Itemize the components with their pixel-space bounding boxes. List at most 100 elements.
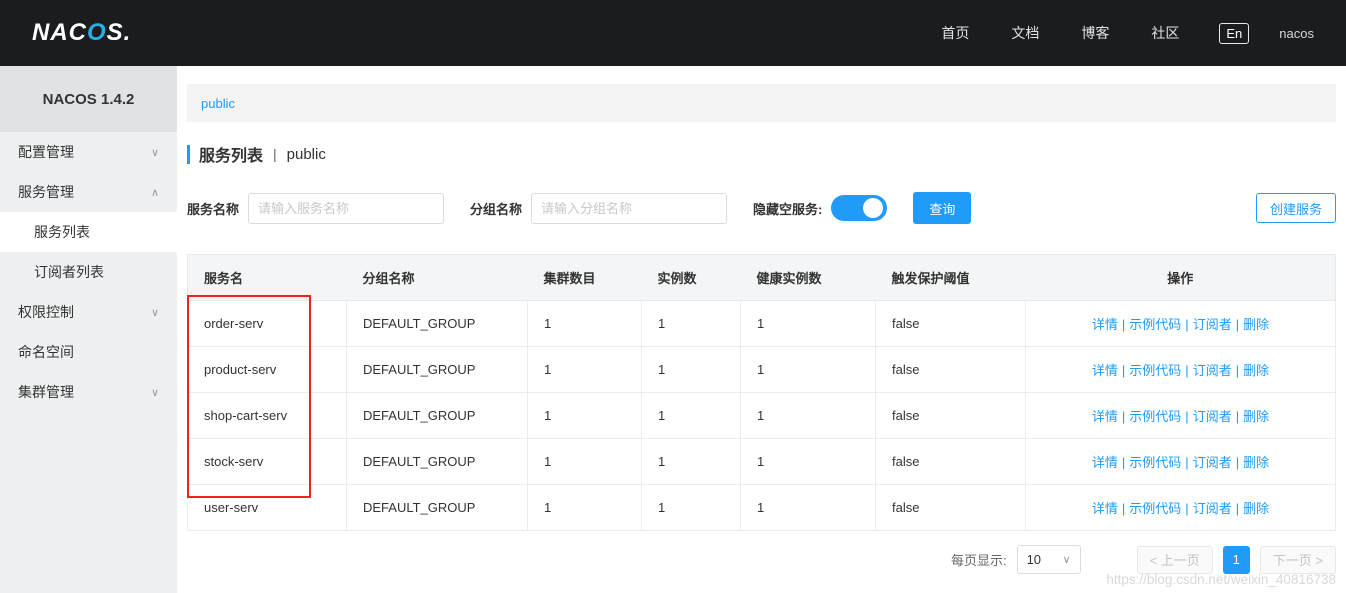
sidebar-menu: 配置管理 ∨ 服务管理 ∧ 服务列表订阅者列表权限控制 ∨ 命名空间集群管理 ∨: [0, 132, 177, 412]
column-header: 实例数: [641, 254, 741, 301]
action-separator: |: [1235, 501, 1240, 516]
action-detail[interactable]: 详情: [1092, 409, 1118, 424]
sidebar-item-label: 订阅者列表: [34, 264, 104, 280]
action-separator: |: [1235, 455, 1240, 470]
sidebar-item[interactable]: 服务管理 ∧: [0, 172, 177, 212]
action-sample-code[interactable]: 示例代码: [1129, 317, 1181, 332]
group-name-input[interactable]: [531, 192, 728, 224]
action-detail[interactable]: 详情: [1092, 317, 1118, 332]
table-cell: DEFAULT_GROUP: [346, 484, 528, 531]
column-header: 操作: [1025, 254, 1336, 301]
title-accent-bar: [187, 144, 190, 164]
logo-text-white-2: S.: [106, 19, 132, 46]
filter-bar: 服务名称 分组名称 隐藏空服务: 查询 创建服务: [187, 192, 1336, 224]
current-page-button[interactable]: 1: [1222, 545, 1250, 574]
action-separator: |: [1121, 455, 1126, 470]
row-actions: 详情 | 示例代码 | 订阅者 | 删除: [1025, 484, 1336, 531]
table-cell: shop-cart-serv: [187, 392, 347, 439]
chevron-down-icon: ∨: [150, 146, 159, 159]
chevron-up-icon: ∧: [150, 186, 159, 199]
page-title: 服务列表: [199, 148, 264, 165]
action-subscribers[interactable]: 订阅者: [1193, 409, 1232, 424]
service-table: 服务名 分组名称 集群数目 实例数 健康实例数 触发保护阈值 操作 order-serv DE…: [187, 254, 1336, 531]
sidebar: NACOS 1.4.2 配置管理 ∨ 服务管理 ∧ 服务列表订阅者列表权限控制 ∨ 命名空间…: [0, 66, 177, 593]
column-header: 分组名称: [346, 254, 528, 301]
sidebar-item-label: 服务列表: [34, 224, 90, 240]
table-cell: product-serv: [187, 346, 347, 393]
sidebar-item[interactable]: 命名空间: [0, 332, 177, 372]
row-actions: 详情 | 示例代码 | 订阅者 | 删除: [1025, 346, 1336, 393]
table-cell: false: [875, 300, 1026, 347]
table-row: order-serv DEFAULT_GROUP 1 1 1 false 详情 | 示例代码 | 订…: [187, 300, 1336, 347]
toggle-knob: [863, 198, 884, 218]
action-sample-code[interactable]: 示例代码: [1129, 455, 1181, 470]
action-subscribers[interactable]: 订阅者: [1193, 501, 1232, 516]
action-sample-code[interactable]: 示例代码: [1129, 363, 1181, 378]
page-size-select[interactable]: 10 ∨: [1016, 545, 1081, 574]
action-delete[interactable]: 删除: [1243, 455, 1269, 470]
table-cell: 1: [641, 438, 741, 485]
service-table-wrap: 服务名 分组名称 集群数目 实例数 健康实例数 触发保护阈值 操作 order-serv DE…: [187, 254, 1336, 531]
table-cell: DEFAULT_GROUP: [346, 346, 528, 393]
action-separator: |: [1121, 317, 1126, 332]
table-cell: 1: [740, 438, 876, 485]
topbar-nav-item[interactable]: 博客: [1081, 23, 1109, 43]
action-subscribers[interactable]: 订阅者: [1193, 363, 1232, 378]
sidebar-item-label: 命名空间: [18, 344, 74, 360]
action-subscribers[interactable]: 订阅者: [1193, 455, 1232, 470]
table-cell: 1: [527, 392, 642, 439]
action-separator: |: [1185, 317, 1189, 332]
chevron-down-icon: ∨: [150, 306, 159, 319]
sidebar-item-label: 服务管理: [18, 184, 74, 200]
create-service-button[interactable]: 创建服务: [1255, 193, 1336, 223]
topbar-nav-item[interactable]: 文档: [1011, 23, 1039, 43]
table-row: user-serv DEFAULT_GROUP 1 1 1 false 详情 | 示例代码 | 订阅…: [187, 484, 1336, 531]
language-toggle[interactable]: En: [1219, 22, 1250, 44]
action-separator: |: [1235, 409, 1240, 424]
action-sample-code[interactable]: 示例代码: [1129, 501, 1181, 516]
page-size-value: 10: [1026, 552, 1042, 567]
table-cell: false: [875, 392, 1026, 439]
action-delete[interactable]: 删除: [1243, 409, 1269, 424]
sidebar-item[interactable]: 权限控制 ∨: [0, 292, 177, 332]
sidebar-item[interactable]: 服务列表: [0, 212, 177, 252]
table-cell: DEFAULT_GROUP: [346, 392, 528, 439]
action-delete[interactable]: 删除: [1243, 363, 1269, 378]
action-delete[interactable]: 删除: [1243, 501, 1269, 516]
table-cell: 1: [740, 300, 876, 347]
action-separator: |: [1185, 501, 1189, 516]
table-cell: 1: [527, 438, 642, 485]
user-menu[interactable]: nacos: [1279, 26, 1314, 41]
action-separator: |: [1121, 501, 1126, 516]
action-detail[interactable]: 详情: [1092, 363, 1118, 378]
action-detail[interactable]: 详情: [1092, 455, 1118, 470]
sidebar-item[interactable]: 配置管理 ∨: [0, 132, 177, 172]
search-button[interactable]: 查询: [913, 192, 972, 224]
next-page-button[interactable]: 下一页 >: [1259, 545, 1336, 574]
prev-page-button[interactable]: < 上一页: [1136, 545, 1213, 574]
nacos-logo[interactable]: NACOS.: [32, 19, 131, 47]
hide-empty-toggle[interactable]: [831, 195, 888, 221]
table-cell: DEFAULT_GROUP: [346, 438, 528, 485]
sidebar-item-label: 配置管理: [18, 144, 74, 160]
main-content: public 服务列表 | public 服务名称 分组名称 隐藏空服务: 查询…: [177, 66, 1346, 593]
service-name-input[interactable]: [248, 192, 445, 224]
action-delete[interactable]: 删除: [1243, 317, 1269, 332]
table-cell: false: [875, 438, 1026, 485]
action-detail[interactable]: 详情: [1092, 501, 1118, 516]
watermark-text: https://blog.csdn.net/weixin_40816738: [1106, 572, 1336, 587]
topbar-nav-item[interactable]: 首页: [941, 23, 969, 43]
breadcrumb-namespace-link[interactable]: public: [201, 96, 235, 111]
row-actions: 详情 | 示例代码 | 订阅者 | 删除: [1025, 438, 1336, 485]
row-actions: 详情 | 示例代码 | 订阅者 | 删除: [1025, 300, 1336, 347]
sidebar-version: NACOS 1.4.2: [0, 66, 177, 132]
topbar-nav-item[interactable]: 社区: [1151, 23, 1179, 43]
chevron-down-icon: ∨: [150, 386, 159, 399]
action-separator: |: [1121, 409, 1126, 424]
title-separator: |: [273, 146, 277, 162]
action-sample-code[interactable]: 示例代码: [1129, 409, 1181, 424]
action-subscribers[interactable]: 订阅者: [1193, 317, 1232, 332]
table-cell: user-serv: [187, 484, 347, 531]
sidebar-item[interactable]: 集群管理 ∨: [0, 372, 177, 412]
sidebar-item[interactable]: 订阅者列表: [0, 252, 177, 292]
